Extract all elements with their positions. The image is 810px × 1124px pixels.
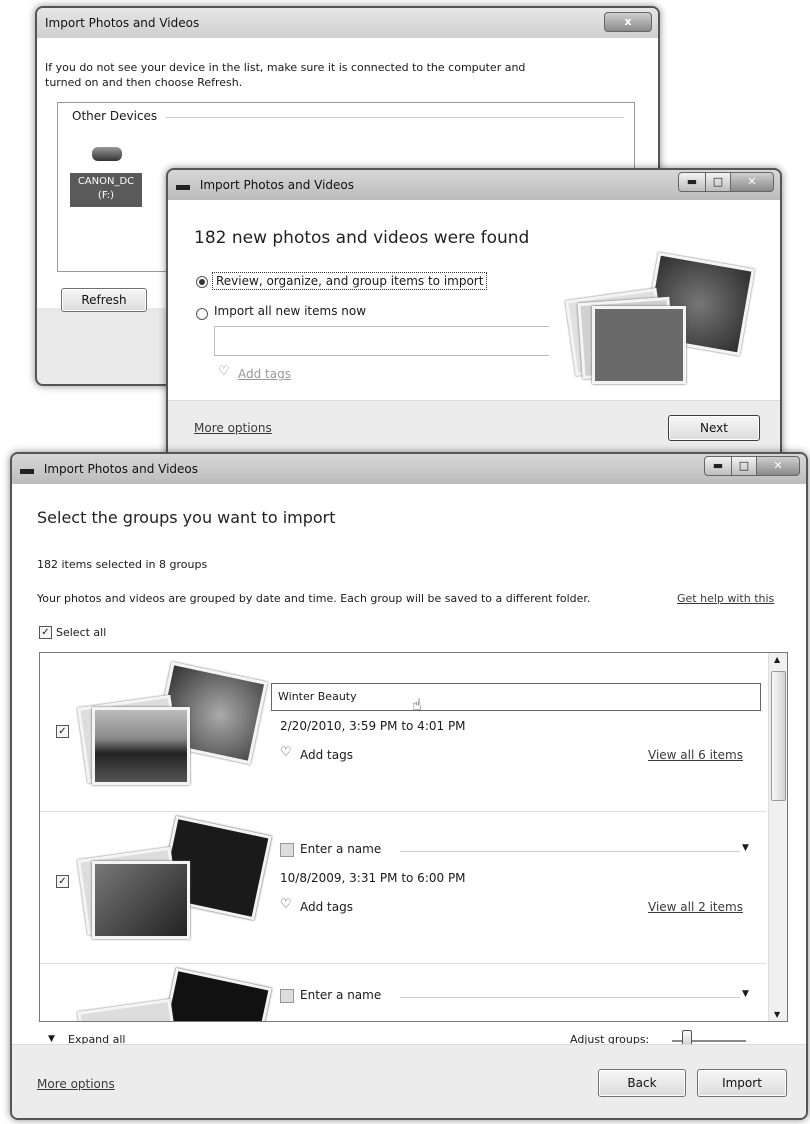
folder-icon	[280, 989, 294, 1003]
minimize-button[interactable]: ▬	[678, 172, 706, 192]
add-tags-link[interactable]: Add tags	[300, 748, 353, 762]
refresh-button[interactable]: Refresh	[61, 288, 147, 312]
tag-icon: ♡	[280, 897, 292, 912]
photo-card	[92, 707, 190, 785]
group-row[interactable]: ✓ Enter a name ▼ 10/8/2009, 3:31 PM to 6…	[40, 811, 766, 964]
photo-stack-image	[565, 252, 766, 394]
select-groups-footer: More options Back Import	[12, 1044, 806, 1118]
tags-input[interactable]	[214, 326, 549, 356]
scroll-up-icon[interactable]: ▲	[774, 655, 780, 664]
found-heading: 182 new photos and videos were found	[194, 228, 530, 248]
name-field-underline	[400, 851, 740, 852]
maximize-button[interactable]: □	[706, 172, 730, 192]
select-all-checkbox[interactable]: ✓	[39, 626, 52, 639]
other-devices-label: Other Devices	[72, 109, 158, 123]
import-button[interactable]: Import	[697, 1069, 787, 1097]
view-all-link[interactable]: View all 2 items	[648, 900, 743, 914]
close-icon: ✕	[773, 459, 783, 472]
name-field-underline	[400, 997, 740, 998]
tag-icon: ♡	[218, 364, 230, 379]
window-icon	[20, 469, 34, 474]
minimize-button[interactable]: ▬	[704, 456, 732, 476]
scrollbar[interactable]: ▲ ▼	[768, 653, 787, 1021]
close-button[interactable]: ✕	[730, 172, 774, 192]
found-dialog-title: Import Photos and Videos	[199, 178, 355, 192]
chevron-down-icon[interactable]: ▼	[742, 843, 749, 853]
group-date-range: 2/20/2010, 3:59 PM to 4:01 PM	[280, 719, 466, 733]
maximize-icon: □	[712, 175, 724, 188]
device-drive: (F:)	[97, 190, 115, 201]
group-row[interactable]: ✓ Winter Beauty ☝ 2/20/2010, 3:59 PM to …	[40, 653, 766, 812]
add-tags-link[interactable]: Add tags	[238, 367, 291, 381]
group-checkbox[interactable]: ✓	[56, 875, 69, 888]
group-thumbnail	[77, 967, 280, 1021]
group-list: ✓ Winter Beauty ☝ 2/20/2010, 3:59 PM to …	[39, 652, 788, 1022]
scrollbar-thumb[interactable]	[771, 671, 786, 801]
device-item-canon[interactable]: CANON_DC (F:)	[70, 173, 142, 207]
select-all-label[interactable]: Select all	[56, 626, 106, 639]
group-thumbnail	[77, 815, 280, 949]
chevron-down-icon[interactable]: ▼	[48, 1034, 55, 1044]
import-all-radio[interactable]	[196, 308, 208, 320]
group-description: Your photos and videos are grouped by da…	[37, 592, 591, 605]
photo-card	[592, 306, 686, 384]
folder-icon	[280, 843, 294, 857]
more-options-link[interactable]: More options	[37, 1077, 115, 1091]
group-thumbnail	[77, 661, 280, 797]
select-groups-heading: Select the groups you want to import	[37, 508, 336, 527]
group-checkbox[interactable]: ✓	[56, 725, 69, 738]
device-dialog-titlebar: Import Photos and Videos x	[37, 8, 658, 38]
select-groups-titlebar: Import Photos and Videos ▬ □ ✕	[12, 454, 806, 484]
group-date-range: 10/8/2009, 3:31 PM to 6:00 PM	[280, 871, 466, 885]
photo-card	[92, 861, 190, 939]
help-link[interactable]: Get help with this	[677, 592, 774, 605]
chevron-down-icon[interactable]: ▼	[742, 989, 749, 999]
camera-device-icon[interactable]	[92, 147, 122, 161]
scroll-down-icon[interactable]: ▼	[774, 1010, 780, 1019]
device-instructions: If you do not see your device in the lis…	[45, 61, 526, 89]
photo-card	[77, 998, 181, 1021]
review-option-label[interactable]: Review, organize, and group items to imp…	[212, 272, 488, 290]
close-button[interactable]: x	[604, 12, 652, 32]
tag-icon: ♡	[280, 745, 292, 760]
select-groups-dialog: Import Photos and Videos ▬ □ ✕ Select th…	[10, 452, 808, 1120]
add-tags-link[interactable]: Add tags	[300, 900, 353, 914]
close-button[interactable]: ✕	[756, 456, 800, 476]
more-options-link[interactable]: More options	[194, 421, 272, 435]
group-name-input[interactable]: Winter Beauty	[271, 683, 761, 711]
close-icon: x	[624, 15, 632, 28]
minimize-icon: ▬	[712, 459, 724, 472]
hand-cursor-icon: ☝	[412, 695, 422, 714]
select-groups-title: Import Photos and Videos	[43, 462, 199, 476]
group-divider	[166, 117, 624, 118]
select-groups-body: Select the groups you want to import 182…	[12, 484, 806, 1050]
back-button[interactable]: Back	[598, 1069, 686, 1097]
review-radio[interactable]	[196, 276, 208, 288]
device-dialog-title: Import Photos and Videos	[45, 16, 200, 30]
found-dialog: Import Photos and Videos ▬ □ ✕ 182 new p…	[166, 168, 782, 462]
close-icon: ✕	[747, 175, 757, 188]
maximize-button[interactable]: □	[732, 456, 756, 476]
view-all-link[interactable]: View all 6 items	[648, 748, 743, 762]
minimize-icon: ▬	[686, 175, 698, 188]
device-name: CANON_DC	[77, 176, 135, 187]
import-all-label[interactable]: Import all new items now	[214, 304, 366, 318]
found-dialog-titlebar: Import Photos and Videos ▬ □ ✕	[168, 170, 780, 200]
group-name-placeholder[interactable]: Enter a name	[300, 842, 381, 856]
maximize-icon: □	[738, 459, 750, 472]
photo-card	[158, 967, 272, 1021]
group-name-placeholder[interactable]: Enter a name	[300, 988, 381, 1002]
next-button[interactable]: Next	[668, 415, 760, 441]
window-icon	[176, 185, 190, 190]
group-row[interactable]: Enter a name ▼	[40, 963, 766, 1021]
found-dialog-body: 182 new photos and videos were found Rev…	[168, 200, 780, 400]
selection-summary: 182 items selected in 8 groups	[37, 558, 208, 571]
